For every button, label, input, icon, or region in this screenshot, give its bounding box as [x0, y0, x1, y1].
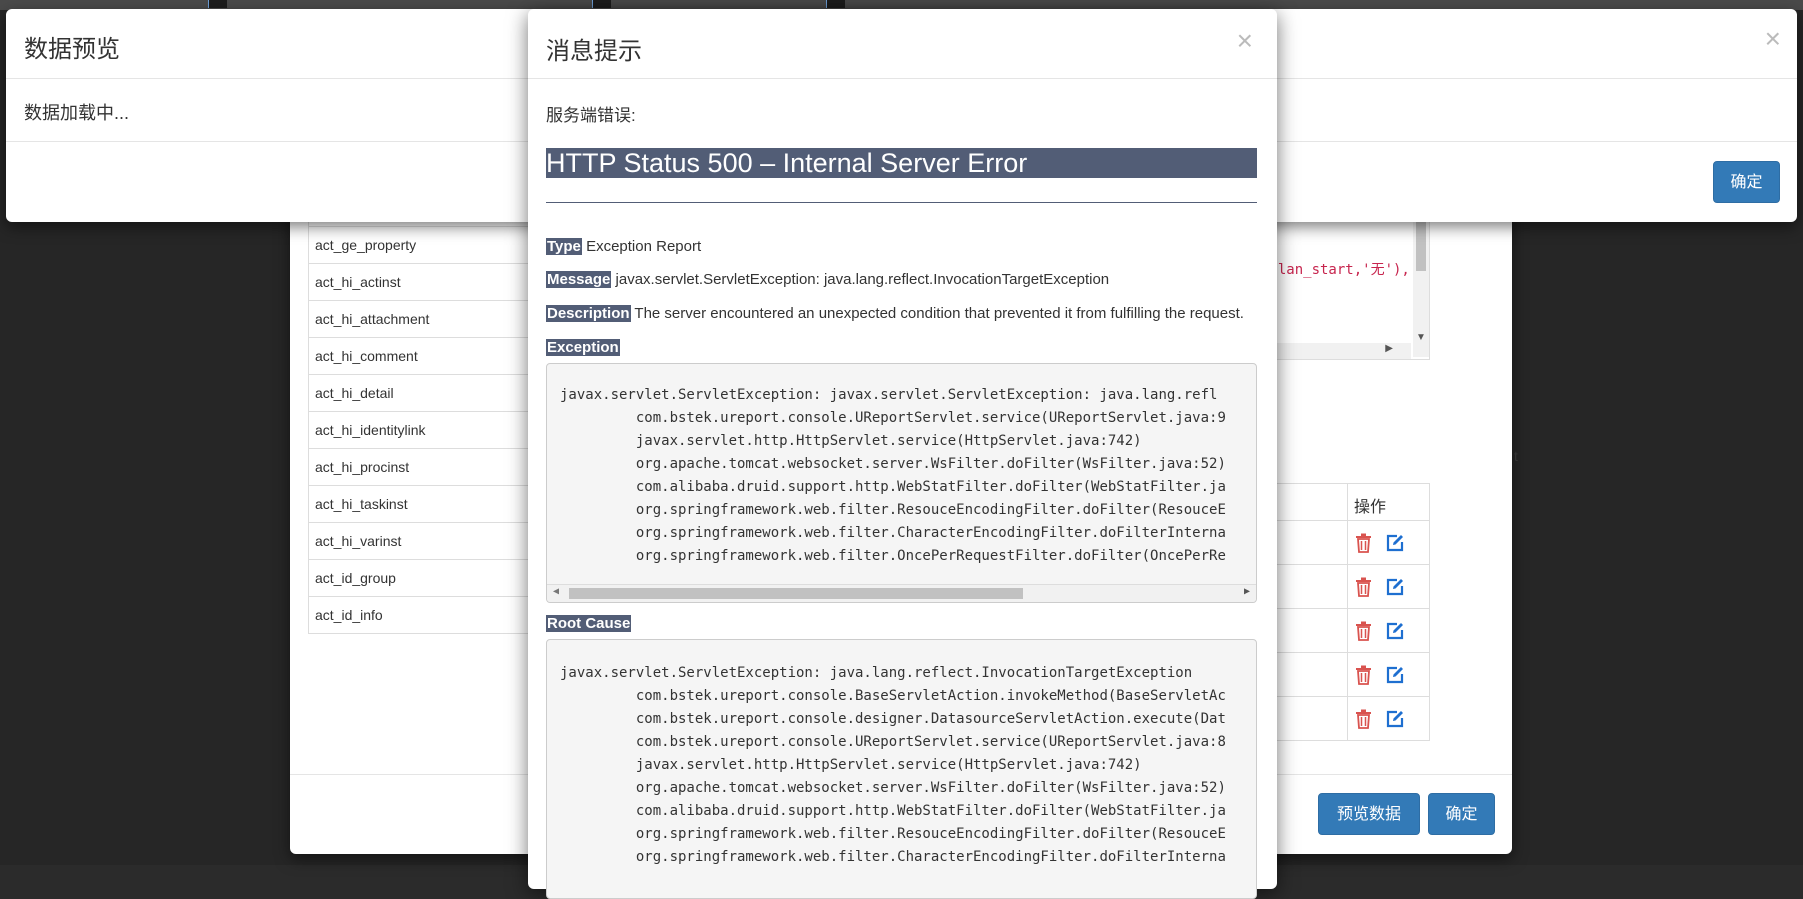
description-row: Description The server encountered an un…	[546, 305, 1244, 322]
table-row	[1261, 697, 1429, 740]
root-cause-label: Root Cause	[546, 615, 632, 632]
table-list-item[interactable]: act_hi_actinst	[309, 263, 528, 300]
stacktrace-line: org.apache.tomcat.websocket.server.WsFil…	[560, 456, 1226, 472]
sql-editor[interactable]: _plan_start,'无'), ▼ ▶	[1260, 206, 1430, 360]
stacktrace-line: javax.servlet.ServletException: javax.se…	[560, 387, 1218, 403]
table-list-item[interactable]: act_hi_procinst	[309, 448, 528, 485]
close-icon[interactable]: ×	[1765, 23, 1781, 55]
type-label: Type	[546, 238, 582, 255]
edit-icon[interactable]	[1385, 709, 1405, 729]
preview-data-button[interactable]: 预览数据	[1318, 793, 1420, 835]
table-list-item[interactable]: act_hi_attachment	[309, 300, 528, 337]
stacktrace-line: org.springframework.web.filter.Character…	[560, 525, 1226, 541]
type-value: Exception Report	[581, 238, 702, 255]
sql-vertical-scrollbar[interactable]: ▼	[1413, 207, 1429, 357]
message-value: javax.servlet.ServletException: java.lan…	[611, 271, 1110, 288]
sql-horizontal-scrollbar[interactable]: ▶	[1261, 343, 1411, 359]
stacktrace-line: org.springframework.web.filter.Character…	[560, 849, 1226, 865]
stacktrace-line: com.alibaba.druid.support.http.WebStatFi…	[560, 803, 1226, 819]
error-heading: HTTP Status 500 – Internal Server Error	[546, 148, 1257, 178]
description-value: The server encountered an unexpected con…	[630, 305, 1244, 322]
stacktrace-horizontal-scrollbar[interactable]: ◀ ▶	[547, 584, 1256, 602]
trash-icon[interactable]	[1355, 621, 1372, 641]
table-list-item[interactable]: act_ge_property	[309, 226, 528, 263]
modal-title: 数据预览	[24, 36, 120, 63]
root-cause-row: Root Cause	[546, 615, 632, 632]
table-list-item[interactable]: act_id_group	[309, 559, 528, 596]
table-list-item[interactable]: act_hi_varinst	[309, 522, 528, 559]
table-row	[1261, 521, 1429, 565]
stacktrace-line: com.alibaba.druid.support.http.WebStatFi…	[560, 479, 1226, 495]
table-list-item[interactable]: act_hi_detail	[309, 374, 528, 411]
root-cause-stacktrace[interactable]: javax.servlet.ServletException: java.lan…	[546, 639, 1257, 899]
table-list-item[interactable]: act_hi_identitylink	[309, 411, 528, 448]
trash-icon[interactable]	[1355, 533, 1372, 553]
table-list-item[interactable]: act_hi_comment	[309, 337, 528, 374]
table-list-item[interactable]: act_id_info	[309, 596, 528, 633]
trash-icon[interactable]	[1355, 665, 1372, 685]
server-error-label: 服务端错误:	[546, 106, 636, 125]
loading-text: 数据加载中...	[24, 103, 130, 123]
table-list-item[interactable]: act_hi_taskinst	[309, 485, 528, 522]
type-row: Type Exception Report	[546, 238, 701, 255]
modal-header-divider	[528, 78, 1277, 79]
description-label: Description	[546, 305, 631, 322]
scroll-thumb[interactable]	[1416, 215, 1426, 271]
stacktrace-line: org.springframework.web.filter.ResouceEn…	[560, 826, 1226, 842]
exception-label: Exception	[546, 339, 620, 356]
edit-icon[interactable]	[1385, 665, 1405, 685]
scroll-thumb[interactable]	[569, 588, 1023, 599]
edit-icon[interactable]	[1385, 533, 1405, 553]
scroll-right-arrow-icon[interactable]: ▶	[1244, 586, 1250, 597]
close-icon[interactable]: ×	[1237, 25, 1253, 57]
stacktrace-line: org.apache.tomcat.websocket.server.WsFil…	[560, 780, 1226, 796]
stacktrace-line: org.springframework.web.filter.ResouceEn…	[560, 502, 1226, 518]
exception-row: Exception	[546, 339, 620, 356]
toolbar-icon	[826, 0, 845, 8]
scroll-left-arrow-icon[interactable]: ◀	[553, 586, 559, 597]
table-row	[1261, 609, 1429, 653]
stacktrace-line: javax.servlet.http.HttpServlet.service(H…	[560, 433, 1142, 449]
table-list: act_ge_bytearrayact_ge_propertyact_hi_ac…	[308, 206, 529, 634]
grid-header: 操作	[1261, 484, 1429, 521]
sql-text: _plan_start,'无'),	[1261, 262, 1410, 278]
stacktrace-line: javax.servlet.ServletException: java.lan…	[560, 665, 1193, 681]
trash-icon[interactable]	[1355, 709, 1372, 729]
grid-header-actions: 操作	[1354, 499, 1387, 516]
edit-icon[interactable]	[1385, 577, 1405, 597]
dataset-fields-grid: 操作	[1260, 483, 1430, 741]
stacktrace-line: com.bstek.ureport.console.UReportServlet…	[560, 410, 1226, 426]
stacktrace-line: com.bstek.ureport.console.designer.Datas…	[560, 711, 1226, 727]
toolbar-icon	[592, 0, 611, 8]
stray-text: t	[1514, 448, 1518, 464]
edit-icon[interactable]	[1385, 621, 1405, 641]
message-label: Message	[546, 271, 612, 288]
confirm-button[interactable]: 确定	[1713, 161, 1780, 203]
table-row	[1261, 565, 1429, 609]
divider	[546, 202, 1257, 203]
stacktrace-line: com.bstek.ureport.console.UReportServlet…	[560, 734, 1226, 750]
message-row: Message javax.servlet.ServletException: …	[546, 271, 1109, 288]
confirm-button[interactable]: 确定	[1428, 793, 1495, 835]
trash-icon[interactable]	[1355, 577, 1372, 597]
scroll-right-arrow-icon[interactable]: ▶	[1385, 343, 1393, 354]
table-row	[1261, 653, 1429, 697]
scroll-down-arrow-icon[interactable]: ▼	[1416, 332, 1426, 343]
toolbar-icon	[208, 0, 227, 8]
stacktrace-line: org.springframework.web.filter.OncePerRe…	[560, 548, 1226, 564]
stacktrace-line: com.bstek.ureport.console.BaseServletAct…	[560, 688, 1226, 704]
stacktrace-line: javax.servlet.http.HttpServlet.service(H…	[560, 757, 1142, 773]
modal-title: 消息提示	[546, 38, 642, 65]
message-modal: 消息提示 × 服务端错误: HTTP Status 500 – Internal…	[528, 9, 1277, 899]
exception-stacktrace[interactable]: javax.servlet.ServletException: javax.se…	[546, 363, 1257, 603]
